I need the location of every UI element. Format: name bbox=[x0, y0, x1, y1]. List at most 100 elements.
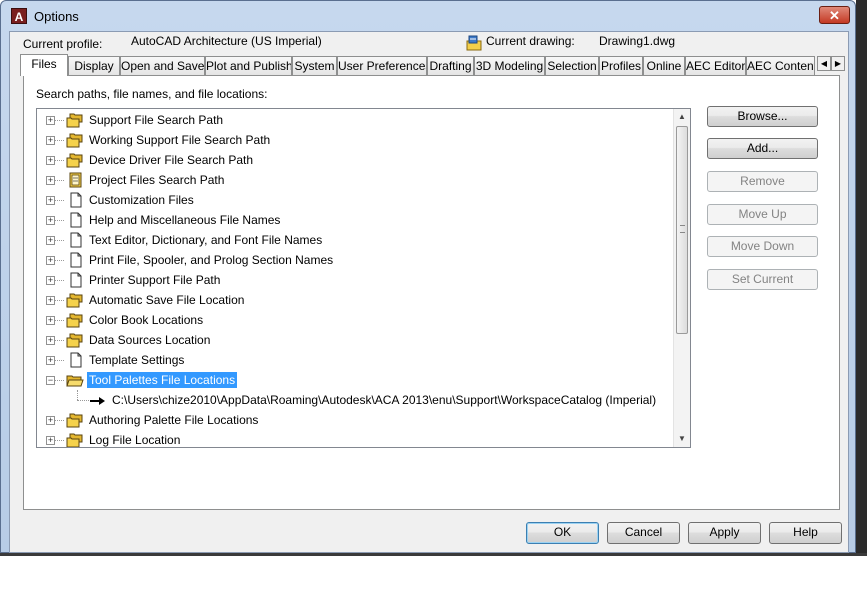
document-icon bbox=[66, 252, 84, 268]
collapse-icon[interactable]: − bbox=[46, 376, 55, 385]
scroll-up-arrow[interactable]: ▲ bbox=[677, 112, 687, 122]
tree-item-customization-files[interactable]: + Customization Files bbox=[37, 190, 677, 210]
move-up-button[interactable]: Move Up bbox=[707, 204, 818, 225]
tree-connector bbox=[77, 390, 78, 400]
tree-item-log-file-location[interactable]: + Log File Location bbox=[37, 430, 677, 447]
folder-stack-icon bbox=[66, 412, 84, 428]
folder-stack-icon bbox=[66, 292, 84, 308]
files-caption: Search paths, file names, and file locat… bbox=[36, 87, 268, 101]
tree-connector bbox=[55, 200, 64, 201]
tree-connector bbox=[55, 240, 64, 241]
tree-item-support-file-search-path[interactable]: + Support File Search Path bbox=[37, 110, 677, 130]
tab-files[interactable]: Files bbox=[20, 54, 68, 76]
expand-icon[interactable]: + bbox=[46, 236, 55, 245]
move-down-button[interactable]: Move Down bbox=[707, 236, 818, 257]
expand-icon[interactable]: + bbox=[46, 156, 55, 165]
tab-plot-and-publish[interactable]: Plot and Publish bbox=[205, 56, 292, 75]
tree-connector bbox=[55, 220, 64, 221]
tree-item-label: Device Driver File Search Path bbox=[89, 153, 254, 167]
expand-icon[interactable]: + bbox=[46, 316, 55, 325]
current-path-arrow-icon bbox=[90, 395, 106, 405]
cancel-button[interactable]: Cancel bbox=[607, 522, 680, 544]
tab-online[interactable]: Online bbox=[643, 56, 685, 75]
title-bar[interactable]: A Options ✕ bbox=[1, 1, 857, 31]
current-drawing-value: Drawing1.dwg bbox=[599, 34, 676, 48]
tree-item-label: Color Book Locations bbox=[89, 313, 204, 327]
dialog-client-area: Current profile: AutoCAD Architecture (U… bbox=[9, 31, 849, 553]
expand-icon[interactable]: + bbox=[46, 276, 55, 285]
tab-profiles[interactable]: Profiles bbox=[599, 56, 643, 75]
tree-item-working-support-file-search-path[interactable]: + Working Support File Search Path bbox=[37, 130, 677, 150]
tree-item-print-file-spooler-and-prolog-section-names[interactable]: + Print File, Spooler, and Prolog Section… bbox=[37, 250, 677, 270]
tab-aec-editor[interactable]: AEC Editor bbox=[685, 56, 746, 75]
tree-child-path-label: C:\Users\chize2010\AppData\Roaming\Autod… bbox=[112, 393, 657, 407]
expand-icon[interactable]: + bbox=[46, 176, 55, 185]
folder-stack-icon bbox=[66, 152, 84, 168]
document-icon bbox=[66, 352, 84, 368]
tree-connector bbox=[55, 320, 64, 321]
tab-open-and-save[interactable]: Open and Save bbox=[120, 56, 205, 75]
window-edge bbox=[856, 0, 867, 555]
tree-connector bbox=[55, 300, 64, 301]
tree-item-automatic-save-file-location[interactable]: + Automatic Save File Location bbox=[37, 290, 677, 310]
current-profile-value: AutoCAD Architecture (US Imperial) bbox=[131, 34, 322, 48]
browse-button[interactable]: Browse... bbox=[707, 106, 818, 127]
document-icon bbox=[66, 192, 84, 208]
tree-item-tool-palettes-file-locations[interactable]: − Tool Palettes File Locations bbox=[37, 370, 677, 390]
expand-icon[interactable]: + bbox=[46, 356, 55, 365]
tree-connector bbox=[55, 260, 64, 261]
tree-item-authoring-palette-file-locations[interactable]: + Authoring Palette File Locations bbox=[37, 410, 677, 430]
drawing-icon bbox=[466, 35, 482, 51]
folder-stack-icon bbox=[66, 332, 84, 348]
set-current-button[interactable]: Set Current bbox=[707, 269, 818, 290]
tree-item-label: Working Support File Search Path bbox=[89, 133, 271, 147]
tree-child-path-row[interactable]: C:\Users\chize2010\AppData\Roaming\Autod… bbox=[37, 390, 677, 410]
tab-user-preferences[interactable]: User Preferences bbox=[337, 56, 427, 75]
apply-button[interactable]: Apply bbox=[688, 522, 761, 544]
expand-icon[interactable]: + bbox=[46, 216, 55, 225]
scroll-grip bbox=[680, 225, 685, 233]
expand-icon[interactable]: + bbox=[46, 336, 55, 345]
ok-button[interactable]: OK bbox=[526, 522, 599, 544]
scroll-down-arrow[interactable]: ▼ bbox=[677, 434, 687, 444]
expand-icon[interactable]: + bbox=[46, 136, 55, 145]
tree-item-label: Tool Palettes File Locations bbox=[87, 372, 238, 388]
expand-icon[interactable]: + bbox=[46, 256, 55, 265]
expand-icon[interactable]: + bbox=[46, 196, 55, 205]
tree-item-label: Support File Search Path bbox=[89, 113, 224, 127]
tree-connector bbox=[55, 180, 64, 181]
tree-item-label: Authoring Palette File Locations bbox=[89, 413, 259, 427]
tree-item-project-files-search-path[interactable]: + Project Files Search Path bbox=[37, 170, 677, 190]
tab-selection[interactable]: Selection bbox=[545, 56, 599, 75]
tree-item-help-and-miscellaneous-file-names[interactable]: + Help and Miscellaneous File Names bbox=[37, 210, 677, 230]
expand-icon[interactable]: + bbox=[46, 436, 55, 445]
tree-item-printer-support-file-path[interactable]: + Printer Support File Path bbox=[37, 270, 677, 290]
close-button[interactable]: ✕ bbox=[819, 6, 850, 24]
tree-connector bbox=[55, 440, 64, 441]
tree-item-color-book-locations[interactable]: + Color Book Locations bbox=[37, 310, 677, 330]
tree-connector bbox=[55, 140, 64, 141]
tree-item-text-editor-dictionary-and-font-file-names[interactable]: + Text Editor, Dictionary, and Font File … bbox=[37, 230, 677, 250]
tab-3d-modeling[interactable]: 3D Modeling bbox=[474, 56, 545, 75]
tree-connector bbox=[55, 120, 64, 121]
tab-scroll-left-button[interactable]: ◀ bbox=[817, 56, 831, 71]
help-button[interactable]: Help bbox=[769, 522, 842, 544]
tree-item-template-settings[interactable]: + Template Settings bbox=[37, 350, 677, 370]
tree-item-device-driver-file-search-path[interactable]: + Device Driver File Search Path bbox=[37, 150, 677, 170]
tab-drafting[interactable]: Drafting bbox=[427, 56, 474, 75]
tree-item-label: Template Settings bbox=[89, 353, 185, 367]
file-locations-tree[interactable]: ▲ ▼ + Support File Search Path + Working Su… bbox=[36, 108, 691, 448]
tab-display[interactable]: Display bbox=[68, 56, 120, 75]
remove-button[interactable]: Remove bbox=[707, 171, 818, 192]
expand-icon[interactable]: + bbox=[46, 116, 55, 125]
scroll-thumb[interactable] bbox=[676, 126, 688, 334]
tree-item-data-sources-location[interactable]: + Data Sources Location bbox=[37, 330, 677, 350]
add-button[interactable]: Add... bbox=[707, 138, 818, 159]
expand-icon[interactable]: + bbox=[46, 416, 55, 425]
tab-scroll-right-button[interactable]: ▶ bbox=[831, 56, 845, 71]
tab-aec-content[interactable]: AEC Content bbox=[746, 56, 815, 75]
current-drawing-label: Current drawing: bbox=[486, 34, 575, 48]
expand-icon[interactable]: + bbox=[46, 296, 55, 305]
files-tab-panel: Search paths, file names, and file locat… bbox=[23, 75, 840, 510]
tab-system[interactable]: System bbox=[292, 56, 337, 75]
